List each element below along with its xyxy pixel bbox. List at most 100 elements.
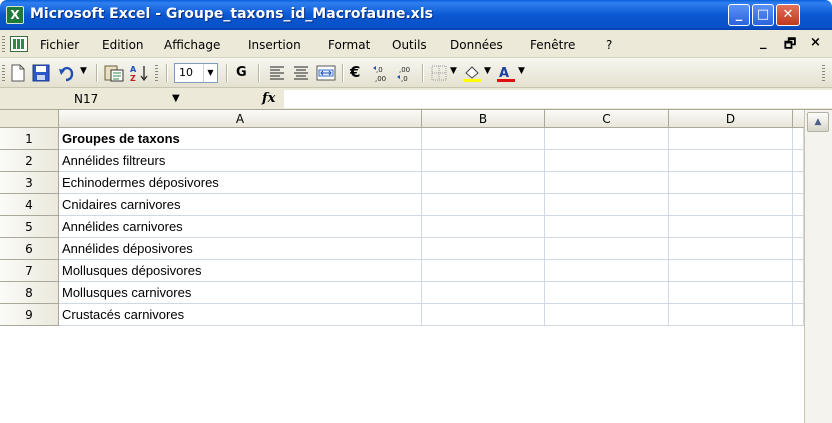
cell-e5[interactable] <box>793 216 804 238</box>
font-size-dropdown-icon[interactable]: ▼ <box>203 64 217 82</box>
menu-fenetre[interactable]: Fenêtre <box>530 38 575 52</box>
cell-b5[interactable] <box>422 216 545 238</box>
cell-b4[interactable] <box>422 194 545 216</box>
cell-d2[interactable] <box>669 150 793 172</box>
formula-input[interactable] <box>284 90 832 108</box>
cell-a7[interactable]: Mollusques déposivores <box>59 260 422 282</box>
cell-b7[interactable] <box>422 260 545 282</box>
cell-d5[interactable] <box>669 216 793 238</box>
menu-help[interactable]: ? <box>606 38 612 52</box>
cell-e2[interactable] <box>793 150 804 172</box>
cell-d9[interactable] <box>669 304 793 326</box>
undo-icon[interactable] <box>58 64 76 82</box>
vertical-scrollbar[interactable]: ▲ <box>804 110 832 423</box>
cell-b1[interactable] <box>422 128 545 150</box>
maximize-button[interactable]: □ <box>752 4 774 26</box>
cell-a6[interactable]: Annélides déposivores <box>59 238 422 260</box>
name-box-dropdown-icon[interactable]: ▼ <box>172 90 180 108</box>
cell-b8[interactable] <box>422 282 545 304</box>
cell-d8[interactable] <box>669 282 793 304</box>
cell-d3[interactable] <box>669 172 793 194</box>
menu-edition[interactable]: Edition <box>102 38 144 52</box>
cell-d1[interactable] <box>669 128 793 150</box>
bold-button[interactable]: G <box>236 65 247 83</box>
cell-a5[interactable]: Annélides carnivores <box>59 216 422 238</box>
cell-c1[interactable] <box>545 128 669 150</box>
menu-fichier[interactable]: Fichier <box>40 38 79 52</box>
cell-d6[interactable] <box>669 238 793 260</box>
align-left-icon[interactable] <box>268 64 286 82</box>
cell-c4[interactable] <box>545 194 669 216</box>
font-color-dropdown-icon[interactable]: ▼ <box>518 66 525 84</box>
cell-d7[interactable] <box>669 260 793 282</box>
fill-color-dropdown-icon[interactable]: ▼ <box>484 66 491 84</box>
column-header-e-partial[interactable] <box>793 110 804 128</box>
undo-dropdown-icon[interactable]: ▼ <box>80 66 87 84</box>
cell-a2[interactable]: Annélides filtreurs <box>59 150 422 172</box>
euro-icon[interactable]: € <box>350 63 360 81</box>
doc-restore-button[interactable]: 🗗 <box>784 35 796 57</box>
cell-e6[interactable] <box>793 238 804 260</box>
toolbar-chevron-grip[interactable] <box>155 65 158 81</box>
new-icon[interactable] <box>10 64 26 82</box>
cell-e1[interactable] <box>793 128 804 150</box>
menu-donnees[interactable]: Données <box>450 38 503 52</box>
row-header[interactable]: 4 <box>0 194 59 216</box>
toolbar-grip[interactable] <box>2 65 5 81</box>
menu-format[interactable]: Format <box>328 38 370 52</box>
row-header[interactable]: 9 <box>0 304 59 326</box>
borders-icon[interactable] <box>430 64 448 82</box>
menu-grip[interactable] <box>2 36 5 52</box>
cell-e3[interactable] <box>793 172 804 194</box>
doc-close-button[interactable]: × <box>810 35 821 50</box>
workbook-icon[interactable] <box>10 36 28 52</box>
cell-c3[interactable] <box>545 172 669 194</box>
row-header[interactable]: 6 <box>0 238 59 260</box>
close-button[interactable]: ✕ <box>776 4 800 26</box>
cell-a1[interactable]: Groupes de taxons <box>59 128 422 150</box>
row-header[interactable]: 3 <box>0 172 59 194</box>
scroll-up-arrow-icon[interactable]: ▲ <box>807 112 829 132</box>
cell-b9[interactable] <box>422 304 545 326</box>
cell-a4[interactable]: Cnidaires carnivores <box>59 194 422 216</box>
sort-icon[interactable]: A Z <box>130 64 150 82</box>
cell-e7[interactable] <box>793 260 804 282</box>
cell-c5[interactable] <box>545 216 669 238</box>
decrease-decimal-icon[interactable]: ,00 ,0 <box>396 64 416 82</box>
paste-special-icon[interactable] <box>104 64 124 82</box>
cell-c6[interactable] <box>545 238 669 260</box>
menu-insertion[interactable]: Insertion <box>248 38 301 52</box>
cell-a3[interactable]: Echinodermes déposivores <box>59 172 422 194</box>
name-box[interactable]: N17 <box>60 90 180 108</box>
cell-e8[interactable] <box>793 282 804 304</box>
borders-dropdown-icon[interactable]: ▼ <box>450 66 457 84</box>
row-header[interactable]: 2 <box>0 150 59 172</box>
menu-affichage[interactable]: Affichage <box>164 38 220 52</box>
cell-b3[interactable] <box>422 172 545 194</box>
merge-icon[interactable] <box>316 64 336 82</box>
row-header[interactable]: 7 <box>0 260 59 282</box>
column-header-d[interactable]: D <box>669 110 793 128</box>
save-icon[interactable] <box>32 64 50 82</box>
font-size-select[interactable]: 10 ▼ <box>174 63 218 83</box>
menu-outils[interactable]: Outils <box>392 38 427 52</box>
cell-e9[interactable] <box>793 304 804 326</box>
column-header-c[interactable]: C <box>545 110 669 128</box>
doc-minimize-button[interactable]: _ <box>760 35 767 50</box>
increase-decimal-icon[interactable]: ,0 ,00 <box>372 64 392 82</box>
cell-a9[interactable]: Crustacés carnivores <box>59 304 422 326</box>
excel-app-icon[interactable]: X <box>6 6 24 24</box>
toolbar-options-grip[interactable] <box>822 65 825 81</box>
minimize-button[interactable]: _ <box>728 4 750 26</box>
insert-function-icon[interactable]: fx <box>262 90 275 108</box>
cell-c9[interactable] <box>545 304 669 326</box>
font-color-icon[interactable]: A <box>496 64 516 82</box>
row-header[interactable]: 1 <box>0 128 59 150</box>
cell-a8[interactable]: Mollusques carnivores <box>59 282 422 304</box>
cell-b2[interactable] <box>422 150 545 172</box>
column-header-b[interactable]: B <box>422 110 545 128</box>
cell-c2[interactable] <box>545 150 669 172</box>
select-all-corner[interactable] <box>0 110 59 128</box>
cell-c8[interactable] <box>545 282 669 304</box>
cell-c7[interactable] <box>545 260 669 282</box>
